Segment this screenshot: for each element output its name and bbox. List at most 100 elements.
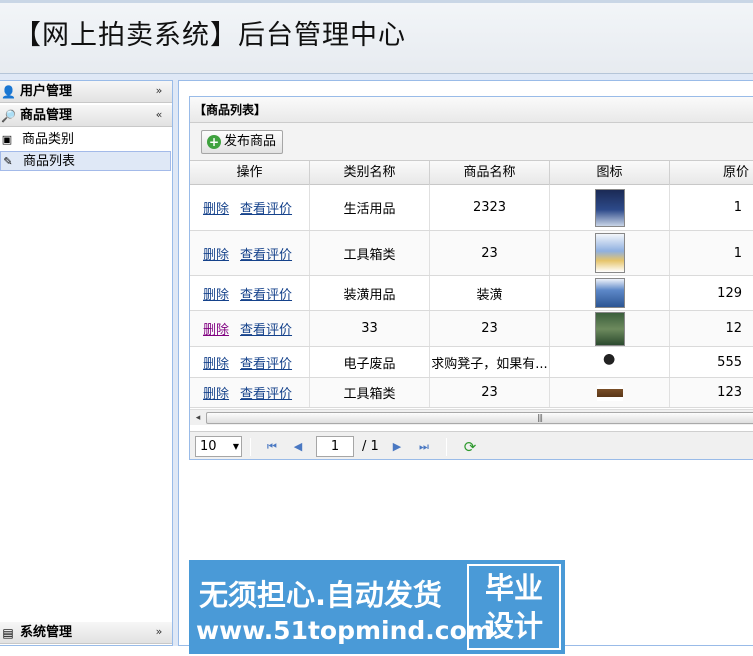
column-header-category[interactable]: 类别名称 xyxy=(310,161,430,185)
table-row[interactable]: 删除 查看评价 工具箱类 23 1 xyxy=(190,231,753,276)
image-cell xyxy=(550,311,670,346)
goods-name-cell: 求购凳子，如果有... xyxy=(430,347,550,377)
grid-title: 【商品列表】 xyxy=(190,97,753,123)
table-row[interactable]: 删除 查看评价 生活用品 2323 1 xyxy=(190,185,753,231)
delete-link[interactable]: 删除 xyxy=(203,353,229,372)
table-row[interactable]: 删除 查看评价 装潢用品 装潢 129 xyxy=(190,276,753,311)
price-cell: 123 xyxy=(670,378,753,407)
category-cell: 装潢用品 xyxy=(310,276,430,310)
watermark-line1: 无须担心.自动发货 xyxy=(199,578,443,612)
delete-link[interactable]: 删除 xyxy=(203,244,229,263)
goods-thumbnail[interactable] xyxy=(596,384,623,401)
table-row[interactable]: 删除 查看评价 33 23 12 xyxy=(190,311,753,347)
collapse-icon[interactable]: « xyxy=(152,108,166,122)
page-size-select[interactable]: 10 ▼ xyxy=(195,436,242,457)
page-total: / 1 xyxy=(362,439,379,454)
watermark-text: 无须担心.自动发货 www.51topmind.com xyxy=(189,560,493,654)
row-actions-cell: 删除 查看评价 xyxy=(190,276,310,310)
goods-thumbnail[interactable] xyxy=(594,188,625,227)
expand-icon[interactable]: » xyxy=(152,625,166,639)
table-row[interactable]: 删除 查看评价 电子废品 求购凳子，如果有... 555 xyxy=(190,347,753,378)
first-page-icon[interactable]: ⏮ xyxy=(264,439,280,455)
sidebar-section-label: 系统管理 xyxy=(20,625,73,640)
scrollbar-thumb[interactable]: ||| xyxy=(206,412,753,424)
goods-thumbnail[interactable] xyxy=(594,311,625,346)
sidebar-section-system[interactable]: ▤ 系统管理 » xyxy=(0,622,172,644)
price-cell: 1 xyxy=(670,185,753,230)
image-cell xyxy=(550,378,670,407)
column-header-name[interactable]: 商品名称 xyxy=(430,161,550,185)
image-cell xyxy=(550,231,670,275)
sidebar-item-label: 商品类别 xyxy=(22,132,75,147)
price-cell: 129 xyxy=(670,276,753,310)
sidebar-item-goods-list[interactable]: ✎ 商品列表 xyxy=(0,151,171,171)
page-number-input[interactable]: 1 xyxy=(316,436,354,457)
horizontal-scrollbar[interactable]: ◂ ||| xyxy=(190,409,753,425)
goods-name-cell: 装潢 xyxy=(430,276,550,310)
goods-name-cell: 23 xyxy=(430,231,550,275)
view-reviews-link[interactable]: 查看评价 xyxy=(240,198,292,217)
app-header: 【网上拍卖系统】后台管理中心 xyxy=(0,0,753,74)
price-cell: 1 xyxy=(670,231,753,275)
add-goods-button[interactable]: + 发布商品 xyxy=(201,130,284,154)
row-actions-cell: 删除 查看评价 xyxy=(190,378,310,407)
watermark-banner: 无须担心.自动发货 www.51topmind.com 毕业 设计 xyxy=(189,560,565,654)
grid-header: 操作 类别名称 商品名称 图标 原价 xyxy=(190,161,753,185)
column-header-image[interactable]: 图标 xyxy=(550,161,670,185)
goods-thumbnail[interactable] xyxy=(594,233,625,273)
next-page-icon[interactable]: ▶ xyxy=(389,439,405,455)
column-header-actions[interactable]: 操作 xyxy=(190,161,310,185)
list-icon: ▤ xyxy=(2,626,14,640)
category-cell: 生活用品 xyxy=(310,185,430,230)
goods-thumbnail[interactable] xyxy=(600,349,619,375)
watermark-line2: www.51topmind.com xyxy=(196,616,493,645)
delete-link[interactable]: 删除 xyxy=(203,198,229,217)
view-reviews-link[interactable]: 查看评价 xyxy=(240,319,292,338)
search-icon: 🔎 xyxy=(1,109,16,123)
price-cell: 12 xyxy=(670,311,753,346)
expand-icon[interactable]: » xyxy=(152,84,166,98)
add-icon: + xyxy=(207,135,221,149)
goods-name-cell: 2323 xyxy=(430,185,550,230)
view-reviews-link[interactable]: 查看评价 xyxy=(240,284,292,303)
refresh-icon[interactable]: ⟳ xyxy=(462,439,478,455)
category-icon: ▣ xyxy=(1,133,13,146)
grid-toolbar: + 发布商品 xyxy=(190,123,753,161)
goods-name-cell: 23 xyxy=(430,311,550,346)
sidebar: 👤 用户管理 » 🔎 商品管理 « ▣ 商品类别 ✎ 商品列表 ▤ 系统管理 » xyxy=(0,80,173,646)
user-icon: 👤 xyxy=(1,85,16,99)
pager-separator xyxy=(446,438,447,456)
image-cell xyxy=(550,347,670,377)
sidebar-section-label: 商品管理 xyxy=(20,108,73,123)
goods-name-cell: 23 xyxy=(430,378,550,407)
image-cell xyxy=(550,185,670,230)
chevron-down-icon: ▼ xyxy=(232,442,239,451)
add-goods-label: 发布商品 xyxy=(224,134,277,149)
pager-separator xyxy=(250,438,251,456)
prev-page-icon[interactable]: ◀ xyxy=(290,439,306,455)
view-reviews-link[interactable]: 查看评价 xyxy=(240,244,292,263)
last-page-icon[interactable]: ⏭ xyxy=(416,439,432,455)
view-reviews-link[interactable]: 查看评价 xyxy=(240,383,292,402)
price-cell: 555 xyxy=(670,347,753,377)
watermark-box-line2: 设计 xyxy=(484,609,543,643)
view-reviews-link[interactable]: 查看评价 xyxy=(240,353,292,372)
column-header-price[interactable]: 原价 xyxy=(670,161,753,185)
category-cell: 33 xyxy=(310,311,430,346)
category-cell: 工具箱类 xyxy=(310,378,430,407)
sidebar-item-label: 商品列表 xyxy=(23,154,76,169)
goods-grid-panel: 【商品列表】 + 发布商品 操作 类别名称 商品名称 图标 原价 删除 查看评价生… xyxy=(189,96,753,460)
delete-link[interactable]: 删除 xyxy=(203,284,229,303)
delete-link[interactable]: 删除 xyxy=(203,319,229,338)
goods-thumbnail[interactable] xyxy=(594,278,625,308)
sidebar-section-goods[interactable]: 🔎 商品管理 « xyxy=(0,105,172,127)
scroll-left-icon[interactable]: ◂ xyxy=(192,412,204,424)
row-actions-cell: 删除 查看评价 xyxy=(190,347,310,377)
pager-toolbar: 10 ▼ ⏮ ◀ 1 / 1 ▶ ⏭ ⟳ xyxy=(190,431,753,459)
sidebar-section-user[interactable]: 👤 用户管理 » xyxy=(0,81,172,103)
sidebar-section-label: 用户管理 xyxy=(20,84,73,99)
sidebar-item-category[interactable]: ▣ 商品类别 xyxy=(0,130,171,150)
table-row[interactable]: 删除 查看评价 工具箱类 23 123 xyxy=(190,378,753,408)
category-cell: 电子废品 xyxy=(310,347,430,377)
delete-link[interactable]: 删除 xyxy=(203,383,229,402)
